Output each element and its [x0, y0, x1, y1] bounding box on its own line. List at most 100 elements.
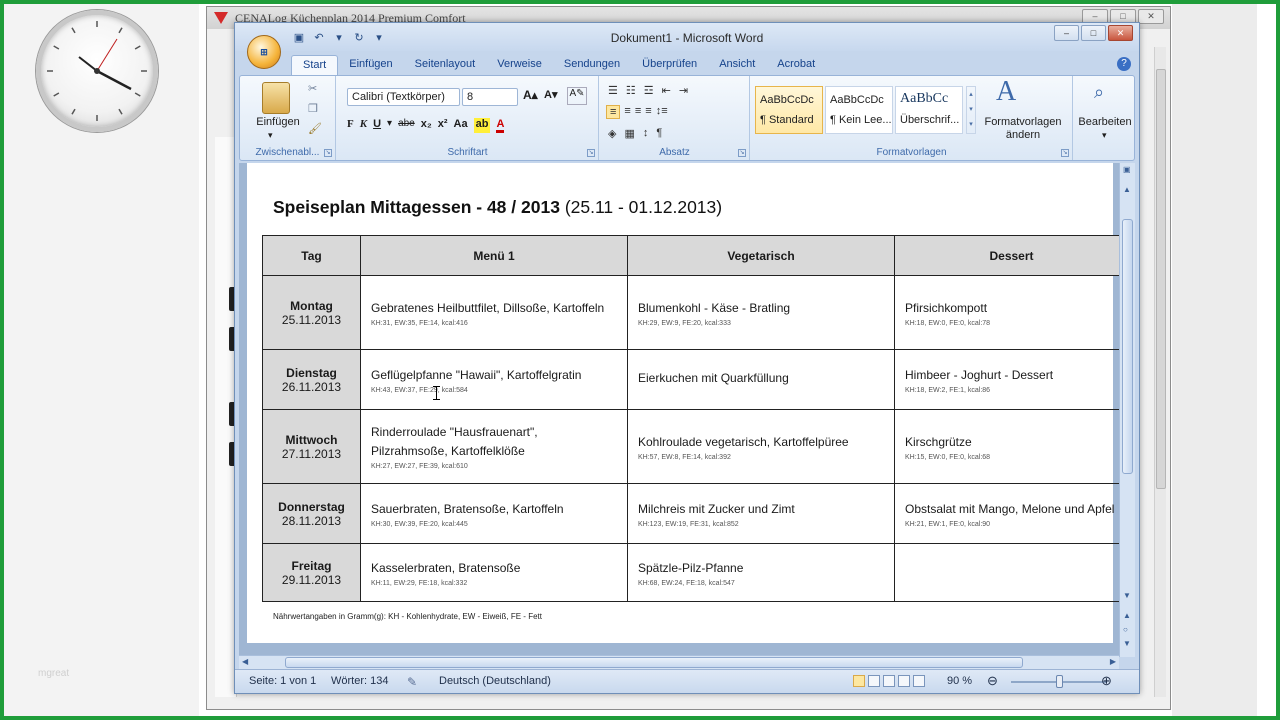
clipboard-group: Einfügen ▾ ✂ ❐ 🖌 Zwischenabl... ↘: [240, 76, 336, 160]
dialog-launcher-icon[interactable]: ↘: [738, 149, 746, 157]
copy-icon[interactable]: ❐: [308, 102, 318, 115]
align-left-icon[interactable]: ≡: [606, 105, 621, 119]
change-case-button[interactable]: Aa: [454, 118, 468, 133]
zoom-in-icon[interactable]: ⊕: [1101, 673, 1112, 689]
day-cell: Montag 25.11.2013: [262, 275, 361, 350]
justify-icon[interactable]: ≡: [645, 105, 651, 119]
zoom-slider[interactable]: [1011, 675, 1107, 688]
restore-button[interactable]: □: [1081, 25, 1106, 41]
zoom-level[interactable]: 90 %: [947, 675, 972, 687]
word-count[interactable]: Wörter: 134: [331, 675, 388, 687]
tab-einfuegen[interactable]: Einfügen: [338, 55, 403, 75]
shading-icon[interactable]: ◈: [608, 127, 616, 140]
change-styles-button[interactable]: Formatvorlagen ändern: [981, 116, 1065, 142]
outline-icon[interactable]: [898, 675, 910, 687]
cut-icon[interactable]: ✂: [308, 82, 317, 95]
scroll-left-icon[interactable]: ◀: [242, 657, 248, 666]
tab-verweise[interactable]: Verweise: [486, 55, 553, 75]
scroll-down-icon[interactable]: ▼: [1123, 591, 1131, 600]
background-window-scrollbar[interactable]: [1154, 47, 1166, 697]
dialog-launcher-icon[interactable]: ↘: [587, 149, 595, 157]
strikethrough-button[interactable]: abe: [398, 118, 415, 133]
help-icon[interactable]: ?: [1117, 57, 1131, 71]
multilevel-list-icon[interactable]: ☲: [644, 84, 654, 97]
editing-dropdown-icon[interactable]: ▾: [1102, 130, 1107, 141]
zoom-out-icon[interactable]: ⊖: [987, 673, 998, 689]
scrollbar-thumb[interactable]: [1156, 69, 1166, 489]
font-color-icon[interactable]: A: [496, 118, 505, 133]
tab-acrobat[interactable]: Acrobat: [766, 55, 826, 75]
underline-dropdown-icon[interactable]: ▾: [387, 118, 392, 133]
sort-icon[interactable]: ↕: [643, 127, 649, 140]
grow-font-icon[interactable]: A▴: [523, 88, 538, 102]
subscript-button[interactable]: x₂: [421, 118, 432, 133]
style-ueberschrift[interactable]: AaBbCc Überschrif...: [895, 86, 963, 134]
view-buttons: [853, 675, 925, 687]
bullets-icon[interactable]: ☰: [608, 84, 618, 97]
line-spacing-icon[interactable]: ↕≡: [656, 105, 668, 119]
tab-ueberpruefen[interactable]: Überprüfen: [631, 55, 708, 75]
font-size-select[interactable]: 8: [462, 88, 518, 106]
next-page-icon[interactable]: ▼: [1123, 639, 1131, 648]
nutrition-info: KH:123, EW:19, FE:31, kcal:852: [638, 520, 739, 528]
language[interactable]: Deutsch (Deutschland): [439, 675, 551, 687]
clock-gadget[interactable]: [36, 10, 158, 132]
draft-icon[interactable]: [913, 675, 925, 687]
increase-indent-icon[interactable]: ⇥: [679, 84, 688, 97]
document-page[interactable]: Speiseplan Mittagessen - 48 / 2013 (25.1…: [247, 163, 1119, 643]
scroll-up-icon[interactable]: ▲: [1123, 185, 1131, 194]
menu-cell: Sauerbraten, Bratensoße, Kartoffeln KH:30…: [360, 483, 628, 544]
tab-seitenlayout[interactable]: Seitenlayout: [404, 55, 487, 75]
day-name: Freitag: [291, 558, 332, 573]
borders-icon[interactable]: ▦: [624, 127, 634, 140]
align-right-icon[interactable]: ≡: [635, 105, 641, 119]
style-standard[interactable]: AaBbCcDc ¶ Standard: [755, 86, 823, 134]
proofing-icon[interactable]: ✎: [407, 675, 417, 689]
close-button[interactable]: ✕: [1108, 25, 1133, 41]
decrease-indent-icon[interactable]: ⇤: [662, 84, 671, 97]
clear-format-icon[interactable]: A✎: [567, 87, 587, 105]
print-layout-icon[interactable]: [853, 675, 865, 687]
scrollbar-thumb[interactable]: [1122, 219, 1133, 474]
numbering-icon[interactable]: ☷: [626, 84, 636, 97]
browse-object-icon[interactable]: ○: [1123, 625, 1128, 634]
zoom-slider-knob[interactable]: [1056, 675, 1063, 688]
shrink-font-icon[interactable]: A▾: [544, 88, 557, 101]
dish: Obstsalat mit Mango, Melone und Apfel: [905, 501, 1115, 516]
full-screen-reading-icon[interactable]: [868, 675, 880, 687]
dish: Milchreis mit Zucker und Zimt: [638, 501, 795, 516]
previous-page-icon[interactable]: ▲: [1123, 611, 1131, 620]
dialog-launcher-icon[interactable]: ↘: [324, 149, 332, 157]
tab-start[interactable]: Start: [291, 55, 339, 75]
editing-button[interactable]: Bearbeiten: [1076, 116, 1134, 128]
page-count[interactable]: Seite: 1 von 1: [249, 675, 316, 687]
word-titlebar[interactable]: ▣ ↶ ▾ ↻ ▾ Dokument1 - Microsoft Word – □…: [235, 23, 1139, 51]
horizontal-scrollbar[interactable]: ◀ ▶: [239, 655, 1119, 669]
tab-sendungen[interactable]: Sendungen: [553, 55, 631, 75]
style-kein-leerraum[interactable]: AaBbCcDc ¶ Kein Lee...: [825, 86, 893, 134]
scrollbar-thumb[interactable]: [285, 657, 1023, 668]
superscript-button[interactable]: x²: [438, 118, 448, 133]
office-button[interactable]: ⊞: [247, 35, 281, 69]
vertical-scrollbar[interactable]: ▣ ▲ ▼ ▲ ○ ▼: [1119, 163, 1135, 657]
ruler-toggle-icon[interactable]: ▣: [1123, 165, 1131, 174]
underline-button[interactable]: U: [373, 118, 381, 133]
minimize-button[interactable]: –: [1054, 25, 1079, 41]
format-painter-icon[interactable]: 🖌: [308, 122, 322, 135]
paste-dropdown-icon[interactable]: ▾: [268, 130, 273, 141]
dialog-launcher-icon[interactable]: ↘: [1061, 149, 1069, 157]
dish: Spätzle-Pilz-Pfanne: [638, 560, 744, 575]
highlight-icon[interactable]: ab: [473, 118, 491, 133]
italic-button[interactable]: K: [360, 118, 367, 133]
table-row: Mittwoch 27.11.2013 Rinderroulade "Hausfr…: [262, 409, 1119, 484]
close-button[interactable]: ✕: [1138, 9, 1164, 24]
font-name-select[interactable]: Calibri (Textkörper): [347, 88, 460, 106]
tab-ansicht[interactable]: Ansicht: [708, 55, 766, 75]
web-layout-icon[interactable]: [883, 675, 895, 687]
scroll-right-icon[interactable]: ▶: [1110, 657, 1116, 666]
paste-button[interactable]: Einfügen: [248, 116, 308, 128]
bold-button[interactable]: F: [347, 118, 354, 133]
align-center-icon[interactable]: ≡: [624, 105, 630, 119]
show-marks-icon[interactable]: ¶: [656, 127, 662, 140]
styles-scroll-icon[interactable]: ▴ ▾ ▾: [966, 86, 976, 134]
